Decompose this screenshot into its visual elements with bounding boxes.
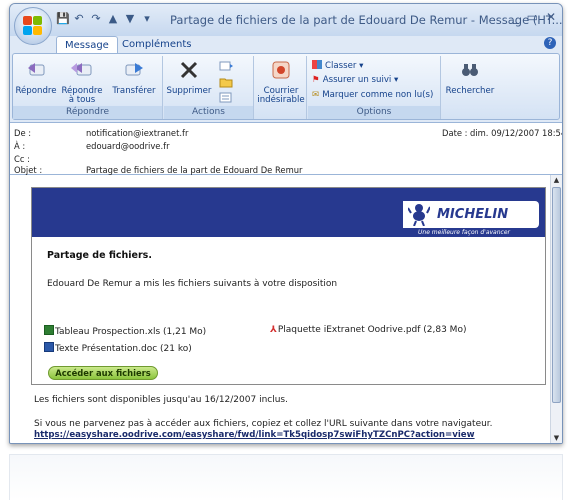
binoculars-icon [462, 64, 478, 76]
tab-message[interactable]: Message [56, 36, 118, 54]
message-body: MICHELIN Une meilleure façon d'avancer P… [10, 175, 562, 443]
scroll-up-icon[interactable]: ▲ [551, 176, 562, 186]
group-junk: Courrier indésirable [255, 56, 307, 119]
title-bar: 💾 ↶ ↷ ▲ ▼ ▾ Partage de fichiers de la pa… [10, 4, 562, 36]
ribbon: Répondre Répondre à tous Transférer Répo… [12, 53, 560, 120]
bibendum-icon [408, 204, 430, 226]
michelin-banner: MICHELIN Une meilleure façon d'avancer [32, 188, 545, 237]
forward-icon [125, 63, 143, 76]
previous-item-icon[interactable]: ▲ [107, 12, 119, 25]
undo-icon[interactable]: ↶ [73, 12, 85, 25]
delete-button[interactable]: Supprimer [166, 59, 212, 96]
outlook-message-window: 💾 ↶ ↷ ▲ ▼ ▾ Partage de fichiers de la pa… [9, 3, 563, 444]
office-logo-icon [23, 16, 43, 36]
reply-button[interactable]: Répondre [15, 59, 57, 96]
group-options: Classer ▾ ⚑ Assurer un suivi ▾ ✉ Marquer c… [308, 56, 441, 119]
intro-text: Edouard De Remur a mis les fichiers suiv… [47, 279, 338, 289]
maximize-button[interactable]: ▭ [527, 10, 538, 24]
to-label: À : [14, 141, 26, 151]
file-item[interactable]: Texte Présentation.doc (21 ko) [44, 342, 192, 354]
instruction-text: Si vous ne parvenez pas à accéder aux fi… [34, 419, 493, 429]
create-rule-icon[interactable] [219, 60, 233, 72]
search-button[interactable]: Rechercher [444, 59, 496, 96]
excel-icon [44, 325, 54, 335]
help-icon[interactable]: ? [544, 37, 556, 49]
date-value: dim. 09/12/2007 18:54 [470, 128, 563, 138]
michelin-logo: MICHELIN [403, 201, 539, 228]
message-headers: De : notification@iextranet.fr À : edoua… [10, 122, 562, 175]
date-label: Date : [442, 128, 468, 138]
group-repondre: Répondre Répondre à tous Transférer Répo… [13, 56, 163, 119]
fallback-url-link[interactable]: https://easyshare.oodrive.com/easyshare/… [34, 430, 475, 440]
window-controls: _ ▭ ✕ [513, 10, 556, 24]
cc-label: Cc : [14, 154, 30, 164]
notification-heading: Partage de fichiers. [47, 250, 152, 261]
reply-all-icon [71, 63, 92, 76]
tab-complements[interactable]: Compléments [114, 36, 199, 54]
from-value[interactable]: notification@iextranet.fr [86, 128, 188, 138]
vertical-scrollbar[interactable]: ▲ ▼ [550, 175, 562, 443]
other-actions-icon[interactable] [219, 92, 233, 104]
move-folder-icon[interactable] [219, 76, 233, 88]
reply-icon [28, 63, 45, 76]
from-label: De : [14, 128, 32, 138]
scroll-down-icon[interactable]: ▼ [551, 434, 562, 443]
envelope-icon: ✉ [312, 90, 320, 100]
delete-x-icon [180, 61, 198, 79]
subject-value: Partage de fichiers de la part de Edouar… [86, 165, 303, 175]
classer-button[interactable]: Classer ▾ [312, 60, 363, 71]
file-item[interactable]: ⅄Plaquette iExtranet Oodrive.pdf (2,83 M… [270, 325, 466, 335]
group-label-repondre: Répondre [13, 106, 162, 119]
notification-card: MICHELIN Une meilleure façon d'avancer P… [31, 187, 546, 314]
flag-icon: ⚑ [312, 75, 320, 85]
save-icon[interactable]: 💾 [56, 12, 70, 25]
junk-mail-icon [272, 61, 290, 79]
word-icon [44, 342, 54, 352]
window-reflection: ▔▔▔▔▔▔▔▔▔▔▔▔▔▔▔▔▔▔▔▔▔▔▔▔▔▔▔▔▔▔▔▔▔▔▔▔▔▔▔▔… [9, 454, 563, 500]
to-value[interactable]: edouard@oodrive.fr [86, 141, 170, 151]
ribbon-tabs: Message Compléments ? [10, 34, 562, 54]
file-item[interactable]: Tableau Prospection.xls (1,21 Mo) [44, 325, 206, 337]
group-actions: Supprimer Actions [164, 56, 254, 119]
next-item-icon[interactable]: ▼ [124, 12, 136, 25]
mark-unread-button[interactable]: ✉ Marquer comme non lu(s) [312, 90, 433, 100]
subject-label: Objet : [14, 165, 43, 175]
close-button[interactable]: ✕ [546, 10, 556, 24]
quick-access-toolbar: 💾 ↶ ↷ ▲ ▼ ▾ [56, 12, 153, 25]
michelin-tagline: Une meilleure façon d'avancer [418, 229, 510, 236]
redo-icon[interactable]: ↷ [90, 12, 102, 25]
availability-text: Les fichiers sont disponibles jusqu'au 1… [34, 395, 288, 405]
window-title: Partage de fichiers de la part de Edouar… [170, 13, 563, 27]
group-search: Rechercher [442, 56, 498, 119]
follow-up-button[interactable]: ⚑ Assurer un suivi ▾ [312, 75, 398, 85]
categorize-icon [312, 60, 322, 69]
customize-toolbar-icon[interactable]: ▾ [141, 12, 153, 25]
reply-all-button[interactable]: Répondre à tous [59, 59, 105, 105]
group-label-actions: Actions [164, 106, 253, 119]
junk-mail-button[interactable]: Courrier indésirable [257, 59, 305, 105]
access-files-button[interactable]: Accéder aux fichiers [48, 366, 158, 380]
group-label-options: Options [308, 106, 440, 119]
scroll-thumb[interactable] [552, 187, 561, 403]
minimize-button[interactable]: _ [513, 10, 519, 24]
office-button[interactable] [14, 7, 52, 45]
forward-button[interactable]: Transférer [109, 59, 159, 96]
pdf-icon: ⅄ [270, 325, 277, 335]
file-list: Tableau Prospection.xls (1,21 Mo) ⅄Plaqu… [31, 313, 546, 385]
